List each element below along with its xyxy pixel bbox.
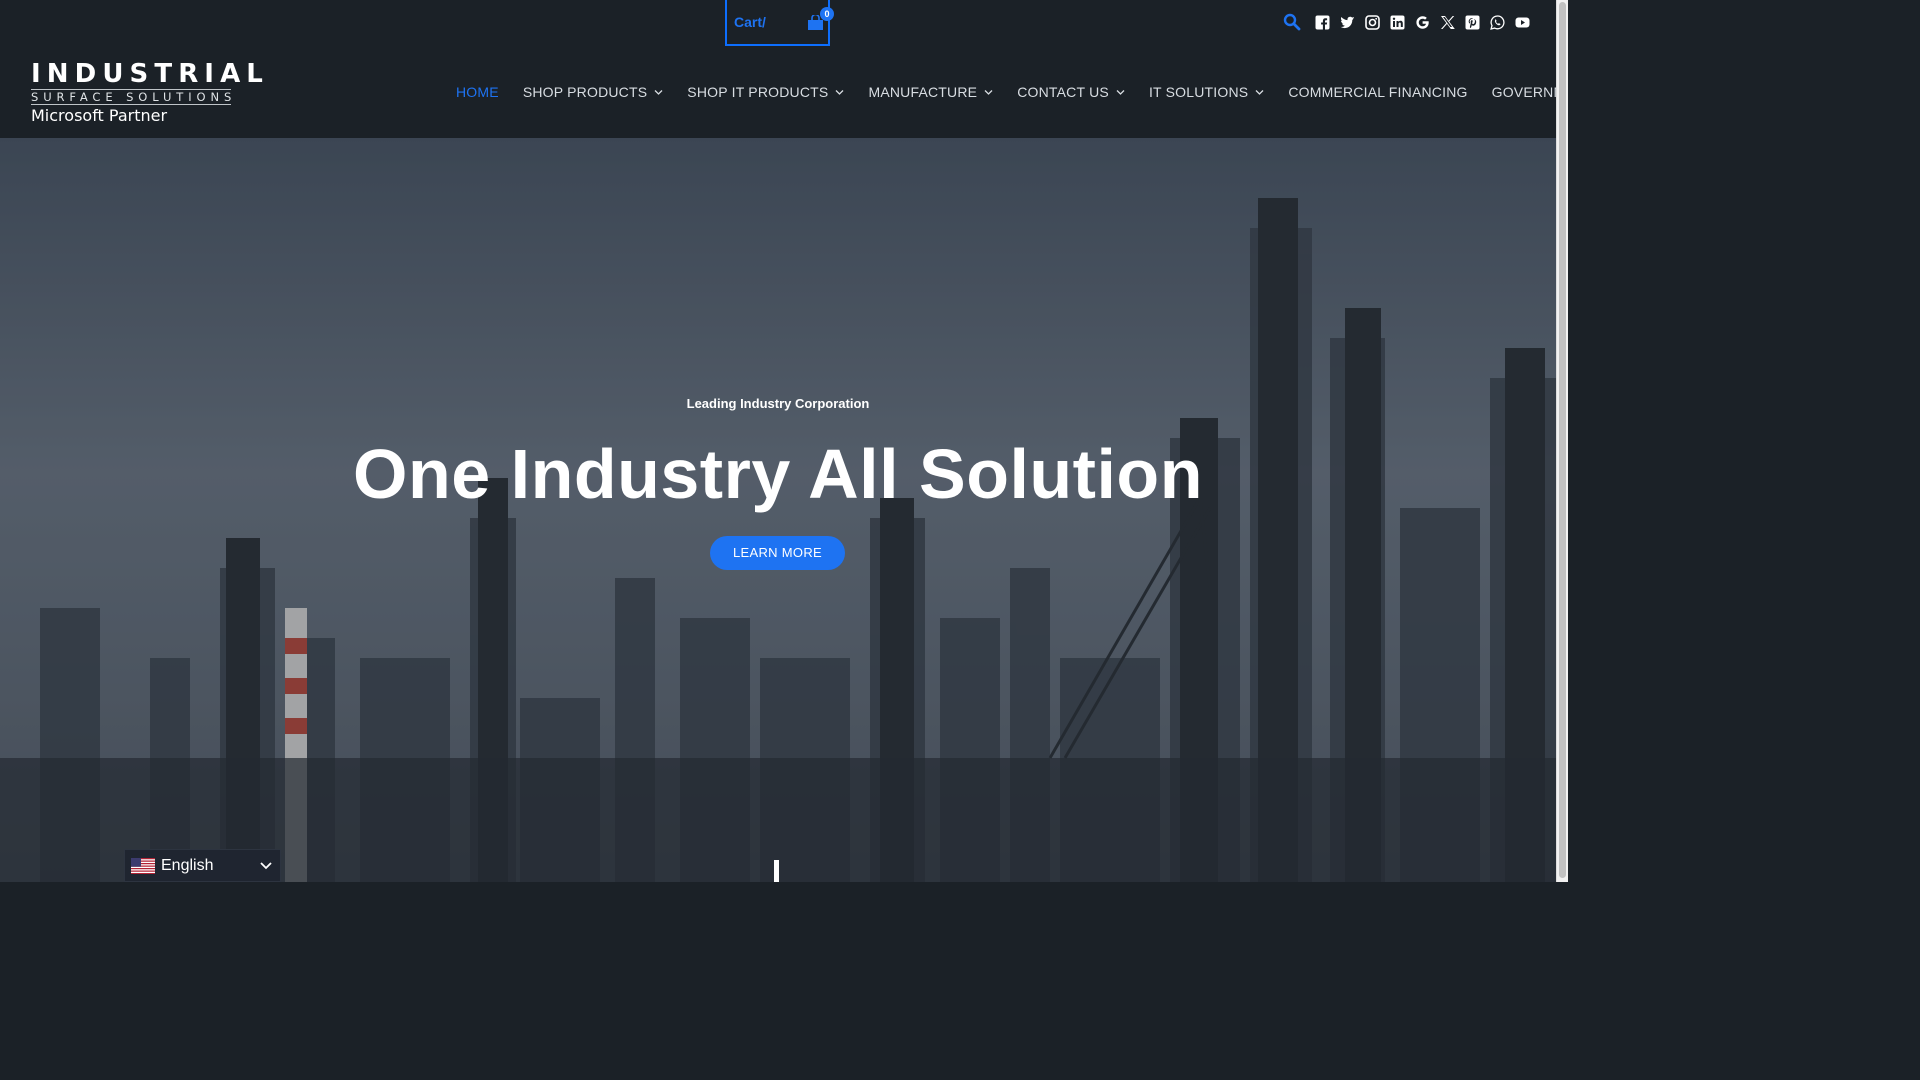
chevron-down-icon — [260, 862, 272, 870]
hero-title: One Industry All Solution — [353, 435, 1203, 513]
nav-item-label: SHOP IT PRODUCTS — [687, 84, 829, 100]
chevron-down-icon — [1116, 89, 1125, 95]
logo-tagline: SURFACE SOLUTIONS — [31, 89, 237, 105]
chevron-down-icon — [654, 89, 663, 95]
nav-item-label: COMMERCIAL FINANCING — [1288, 84, 1468, 100]
google-icon[interactable] — [1414, 14, 1431, 31]
page: INDUSTRIAL SURFACE SOLUTIONS Microsoft P… — [0, 0, 1556, 882]
pinterest-icon[interactable] — [1464, 14, 1481, 31]
nav-item-it-solutions[interactable]: IT SOLUTIONS — [1137, 84, 1276, 100]
twitter-icon[interactable] — [1339, 14, 1356, 31]
nav-item-manufacture[interactable]: MANUFACTURE — [856, 84, 1005, 100]
cart-button[interactable]: Cart/ 0 — [725, 0, 834, 46]
chevron-down-icon — [835, 89, 844, 95]
nav-item-shop-it-products[interactable]: SHOP IT PRODUCTS — [675, 84, 856, 100]
chevron-down-icon — [984, 89, 993, 95]
logo-partner: Microsoft Partner — [31, 106, 168, 125]
main-navigation: HOME SHOP PRODUCTS SHOP IT PRODUCTS MANU… — [444, 80, 1556, 104]
nav-item-label: IT SOLUTIONS — [1148, 84, 1249, 100]
hero-section: Leading Industry Corporation One Industr… — [0, 138, 1556, 882]
nav-item-home[interactable]: HOME — [444, 84, 511, 100]
nav-item-government[interactable]: GOVERNMENT — [1480, 84, 1556, 100]
chevron-down-icon — [1255, 89, 1264, 95]
nav-item-contact-us[interactable]: CONTACT US — [1005, 84, 1137, 100]
x-icon[interactable] — [1439, 14, 1456, 31]
cart-label: Cart/ — [734, 14, 766, 30]
nav-item-label: SHOP PRODUCTS — [522, 84, 648, 100]
youtube-icon[interactable] — [1514, 14, 1531, 31]
facebook-icon[interactable] — [1314, 14, 1331, 31]
nav-item-commercial-financing[interactable]: COMMERCIAL FINANCING — [1276, 84, 1479, 100]
instagram-icon[interactable] — [1364, 14, 1381, 31]
language-switcher[interactable]: English — [124, 849, 281, 882]
search-icon[interactable] — [1283, 13, 1301, 31]
site-header: INDUSTRIAL SURFACE SOLUTIONS Microsoft P… — [0, 0, 1556, 138]
learn-more-button[interactable]: LEARN MORE — [710, 536, 845, 570]
language-label: English — [161, 856, 214, 874]
logo-wordmark: INDUSTRIAL — [31, 59, 269, 89]
page-scrollbar[interactable] — [1556, 0, 1568, 882]
cart-count-badge: 0 — [820, 7, 834, 21]
linkedin-icon[interactable] — [1389, 14, 1406, 31]
scroll-down-indicator — [774, 860, 779, 882]
nav-item-label: MANUFACTURE — [868, 84, 978, 100]
us-flag-icon — [131, 857, 155, 874]
social-links — [1314, 14, 1531, 31]
whatsapp-icon[interactable] — [1489, 14, 1506, 31]
nav-item-shop-products[interactable]: SHOP PRODUCTS — [511, 84, 675, 100]
scrollbar-thumb[interactable] — [1559, 2, 1566, 878]
site-logo[interactable]: INDUSTRIAL SURFACE SOLUTIONS Microsoft P… — [31, 59, 269, 125]
hero-subtitle: Leading Industry Corporation — [686, 396, 870, 411]
nav-item-label: GOVERNMENT — [1491, 84, 1556, 100]
nav-item-label: CONTACT US — [1017, 84, 1109, 100]
nav-item-label: HOME — [456, 84, 499, 100]
